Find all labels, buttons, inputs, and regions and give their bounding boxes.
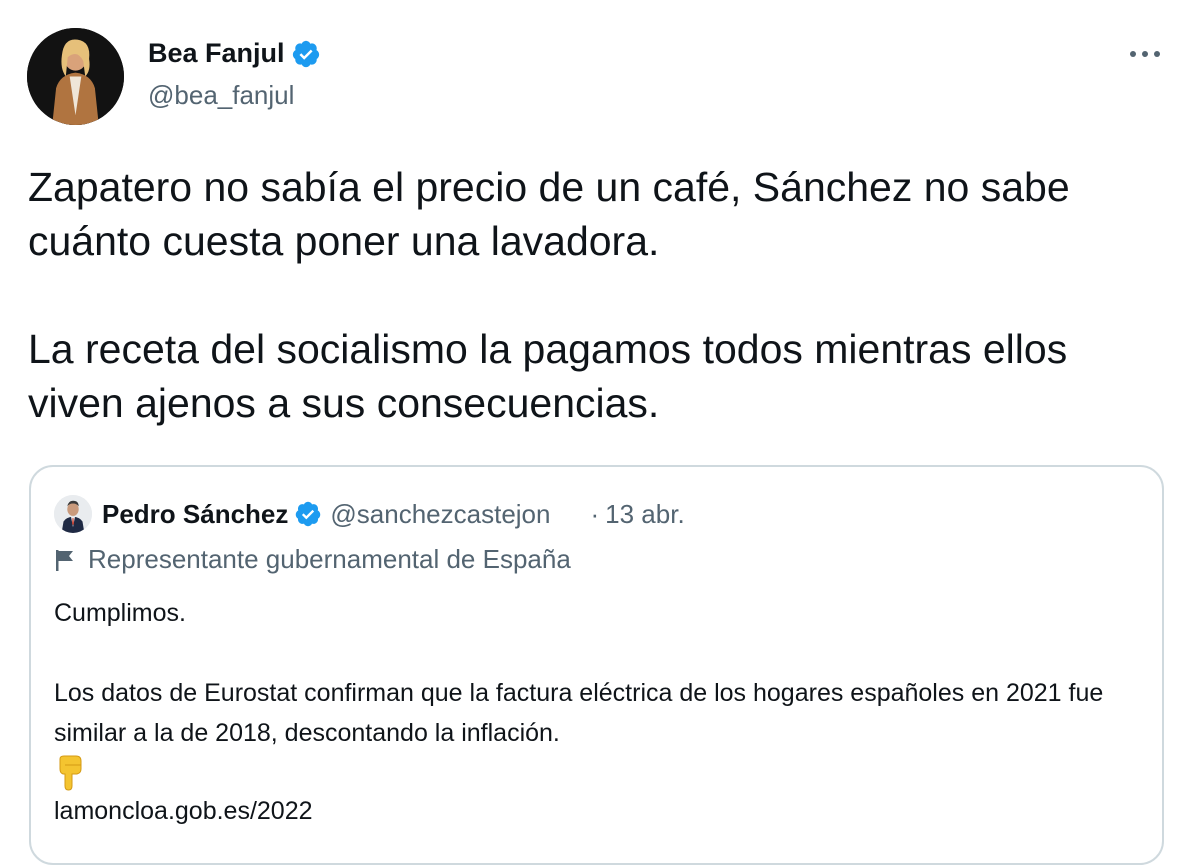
author-avatar-image bbox=[27, 28, 124, 125]
quoted-paragraph: Cumplimos. bbox=[54, 599, 186, 627]
quoted-tweet-card[interactable]: Pedro Sánchez @sanchezcastejon · 13 abr.… bbox=[29, 465, 1164, 865]
author-handle[interactable]: @bea_fanjul bbox=[148, 80, 294, 111]
author-avatar[interactable] bbox=[27, 28, 124, 125]
quoted-author-avatar-image bbox=[54, 495, 92, 533]
quoted-author-avatar[interactable] bbox=[54, 495, 92, 533]
government-label-text: Representante gubernamental de España bbox=[88, 544, 571, 574]
flag-icon bbox=[56, 549, 73, 571]
quoted-tweet-link[interactable]: lamoncloa.gob.es/2022 bbox=[54, 791, 1134, 831]
tweet-paragraph: Zapatero no sabía el precio de un café, … bbox=[28, 164, 1070, 264]
tweet-text: Zapatero no sabía el precio de un café, … bbox=[28, 160, 1168, 430]
quoted-author-name[interactable]: Pedro Sánchez bbox=[102, 499, 288, 530]
quoted-tweet-date[interactable]: 13 abr. bbox=[605, 499, 685, 530]
more-horizontal-icon[interactable] bbox=[1130, 46, 1166, 62]
pointing-down-hand-icon bbox=[59, 755, 82, 791]
quoted-paragraph: Los datos de Eurostat confirman que la f… bbox=[54, 679, 1104, 747]
tweet-paragraph: La receta del socialismo la pagamos todo… bbox=[28, 326, 1068, 426]
verified-badge-icon bbox=[296, 501, 321, 527]
verified-badge-icon bbox=[292, 40, 319, 67]
quoted-author-handle[interactable]: @sanchezcastejon bbox=[330, 499, 550, 530]
date-separator: · bbox=[590, 498, 600, 529]
author-name[interactable]: Bea Fanjul bbox=[148, 38, 285, 69]
government-label[interactable]: Representante gubernamental de España bbox=[54, 544, 571, 575]
quoted-tweet-text: Cumplimos. Los datos de Eurostat confirm… bbox=[54, 593, 1134, 831]
